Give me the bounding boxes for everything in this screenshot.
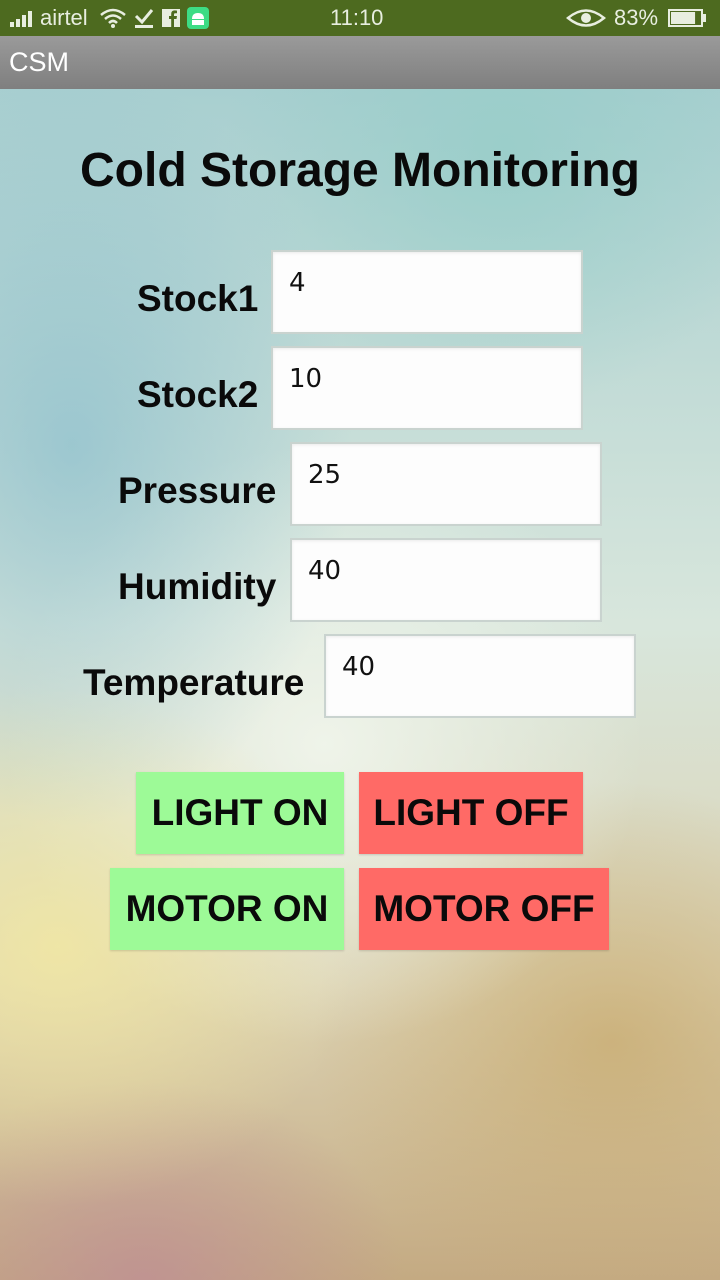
temperature-label: Temperature: [83, 662, 305, 703]
clock: 11:10: [330, 5, 384, 30]
app-title: CSM: [9, 47, 69, 77]
stock1-label: Stock1: [137, 278, 259, 319]
humidity-label: Humidity: [118, 566, 277, 607]
battery-percent: 83%: [614, 5, 659, 30]
motor-off-button[interactable]: MOTOR OFF: [359, 868, 609, 950]
stock2-field[interactable]: 10: [271, 346, 583, 430]
carrier-name: airtel: [40, 5, 88, 30]
pressure-field[interactable]: 25: [290, 442, 602, 526]
eye-icon: [566, 0, 606, 36]
status-bar: airtel 11:10 83%: [0, 0, 720, 36]
light-on-button[interactable]: LIGHT ON: [136, 772, 344, 854]
facebook-icon: [162, 0, 180, 36]
download-check-icon: [134, 0, 154, 36]
signal-icon: [10, 0, 36, 36]
light-off-button[interactable]: LIGHT OFF: [359, 772, 583, 854]
humidity-field[interactable]: 40: [290, 538, 602, 622]
page-title: Cold Storage Monitoring: [80, 144, 640, 197]
stock1-field[interactable]: 4: [271, 250, 583, 334]
pressure-label: Pressure: [118, 470, 277, 511]
battery-icon: [668, 0, 708, 36]
android-icon: [187, 0, 209, 36]
stock2-label: Stock2: [137, 374, 259, 415]
app-bar: CSM: [0, 36, 720, 89]
temperature-field[interactable]: 40: [324, 634, 636, 718]
wifi-icon: [100, 0, 126, 36]
motor-on-button[interactable]: MOTOR ON: [110, 868, 344, 950]
